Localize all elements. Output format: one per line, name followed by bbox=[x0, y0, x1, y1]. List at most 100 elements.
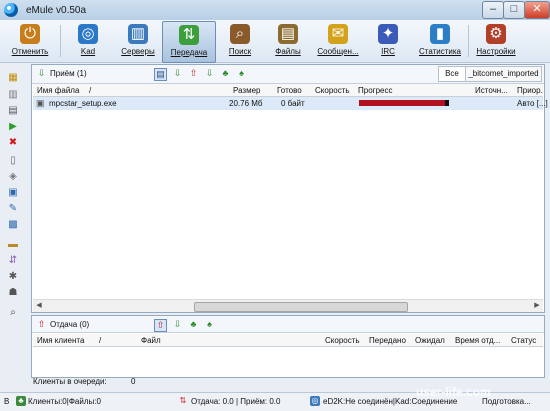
download-green-icon[interactable]: ⇩ bbox=[204, 68, 215, 79]
header-file[interactable]: Файл bbox=[141, 336, 161, 345]
status-clients: Клиенты:0|Файлы:0 bbox=[28, 397, 101, 406]
scroll-left-icon[interactable]: ◀ bbox=[34, 301, 44, 311]
servers-icon: ▥ bbox=[128, 24, 148, 44]
file-done: 0 байт bbox=[281, 99, 305, 108]
header-speed[interactable]: Скорость bbox=[315, 86, 350, 95]
toolbar-servers-button[interactable]: ▥ Серверы bbox=[112, 21, 164, 61]
cancel-icon[interactable]: ✖ bbox=[6, 136, 20, 149]
find-icon[interactable]: ⌕ bbox=[6, 306, 20, 319]
scroll-right-icon[interactable]: ▶ bbox=[532, 301, 542, 311]
main-toolbar: ⏻ Отменить ◎ Kad ▥ Серверы ⇅ Передача ⌕ … bbox=[0, 20, 550, 63]
header-sources[interactable]: Источн... bbox=[475, 86, 508, 95]
file-details-icon[interactable]: ▯ bbox=[6, 154, 20, 167]
toolbar-transfer-button[interactable]: ⇅ Передача bbox=[162, 21, 216, 63]
kad-icon: ◎ bbox=[78, 24, 98, 44]
upload-arrow-icon[interactable]: ⇧ bbox=[188, 68, 199, 79]
toolbar-kad-button[interactable]: ◎ Kad bbox=[62, 21, 114, 61]
category-icon[interactable]: ▬ bbox=[6, 238, 20, 251]
toolbar-statistics-button[interactable]: ▮ Статистика bbox=[414, 21, 466, 61]
transfer-icon: ⇅ bbox=[179, 25, 199, 45]
toolbar-irc-button[interactable]: ✦ IRC bbox=[362, 21, 414, 61]
list-view-icon[interactable]: ▤ bbox=[6, 104, 20, 117]
queue-value: 0 bbox=[131, 377, 136, 386]
scroll-thumb[interactable] bbox=[194, 302, 408, 312]
toolbar-label: Сообщен... bbox=[317, 47, 359, 56]
close-button[interactable]: ✕ bbox=[524, 1, 550, 19]
toolbar-settings-button[interactable]: ⚙ Настройки bbox=[470, 21, 522, 61]
download-row[interactable]: ▣ mpcstar_setup.exe 20.76 Мб 0 байт Авто… bbox=[33, 97, 548, 110]
header-client-name[interactable]: Имя клиента bbox=[37, 336, 84, 345]
header-progress[interactable]: Прогресс bbox=[358, 86, 392, 95]
downloads-pane: ⇩ Приём (1) ▤ ⇩ ⇧ ⇩ ♣ ♠ Все _bitcomet_im… bbox=[31, 64, 548, 313]
uploads-pane: ⇧ Отдача (0) ⇧ ⇩ ♣ ♠ Имя клиента / Файл … bbox=[31, 315, 545, 378]
link-icon[interactable]: ◈ bbox=[6, 170, 20, 183]
status-transfer: Отдача: 0.0 | Приём: 0.0 bbox=[191, 397, 281, 406]
downloads-bar: ⇩ Приём (1) ▤ ⇩ ⇧ ⇩ ♣ ♠ Все _bitcomet_im… bbox=[32, 65, 544, 84]
header-upload-time[interactable]: Время отд... bbox=[455, 336, 500, 345]
toolbar-messages-button[interactable]: ✉ Сообщен... bbox=[312, 21, 364, 61]
header-transferred[interactable]: Передано bbox=[369, 336, 406, 345]
header-done[interactable]: Готово bbox=[277, 86, 302, 95]
queue-label: Клиенты в очереди: bbox=[33, 377, 107, 386]
toolbar-disconnect-button[interactable]: ⏻ Отменить bbox=[4, 21, 56, 61]
title-bar: eMule v0.50a – □ ✕ bbox=[0, 0, 550, 21]
file-priority: Авто [...] bbox=[517, 99, 548, 108]
clear-icon[interactable]: ✱ bbox=[6, 270, 20, 283]
toggle-view-icon[interactable]: ▦ bbox=[6, 71, 20, 84]
upload-arrow-icon: ⇧ bbox=[37, 319, 46, 329]
comment-icon[interactable]: ▩ bbox=[6, 218, 20, 231]
priority-icon[interactable]: ⇵ bbox=[6, 254, 20, 267]
download-mode-icon[interactable]: ⇩ bbox=[172, 68, 183, 79]
transfer-status-icon: ⇅ bbox=[179, 396, 187, 405]
upload-mode-icon[interactable]: ⇧ bbox=[154, 319, 167, 332]
list-mode-icon[interactable]: ▤ bbox=[154, 68, 167, 81]
resume-icon[interactable]: ▶ bbox=[6, 120, 20, 133]
header-status[interactable]: Статус bbox=[511, 336, 536, 345]
uploads-title: Отдача (0) bbox=[50, 320, 90, 329]
toolbar-label: Серверы bbox=[121, 47, 155, 56]
network-status-icon: ◎ bbox=[310, 396, 320, 406]
shared-files-icon: ▤ bbox=[278, 24, 298, 44]
sources-icon[interactable]: ☗ bbox=[6, 286, 20, 299]
queue-icon[interactable]: ♠ bbox=[204, 319, 215, 330]
header-priority[interactable]: Приор. bbox=[517, 86, 543, 95]
settings-icon: ⚙ bbox=[486, 24, 506, 44]
uploads-bar: ⇧ Отдача (0) ⇧ ⇩ ♣ ♠ bbox=[32, 316, 544, 333]
progress-fill bbox=[359, 100, 445, 106]
edit-icon[interactable]: ✎ bbox=[6, 202, 20, 215]
toolbar-label: Поиск bbox=[228, 47, 252, 56]
watermark: user-life.com bbox=[416, 385, 491, 399]
header-waited[interactable]: Ожидал bbox=[415, 336, 445, 345]
clients-icon[interactable]: ♣ bbox=[220, 68, 231, 79]
toolbar-files-button[interactable]: ▤ Файлы bbox=[262, 21, 314, 61]
header-file-name[interactable]: Имя файла bbox=[37, 86, 79, 95]
preview-icon[interactable]: ▣ bbox=[6, 186, 20, 199]
toolbar-search-button[interactable]: ⌕ Поиск bbox=[214, 21, 266, 61]
maximize-button[interactable]: □ bbox=[503, 1, 525, 19]
header-sort: / bbox=[99, 336, 102, 345]
horizontal-scrollbar[interactable]: ◀ ▶ bbox=[33, 299, 543, 312]
downloads-title: Приём (1) bbox=[50, 69, 87, 78]
toolbar-label: Отменить bbox=[11, 47, 49, 56]
irc-icon: ✦ bbox=[378, 24, 398, 44]
download-mode-icon[interactable]: ⇩ bbox=[172, 319, 183, 330]
toolbar-separator bbox=[468, 25, 469, 57]
tab-all[interactable]: Все bbox=[438, 66, 466, 82]
toolbar-label: IRC bbox=[381, 47, 395, 56]
header-upload-speed[interactable]: Скорость bbox=[325, 336, 360, 345]
tab-bitcomet[interactable]: _bitcomet_imported bbox=[465, 66, 542, 82]
statistics-icon: ▮ bbox=[430, 24, 450, 44]
toolbar-label: Kad bbox=[80, 47, 96, 56]
header-size[interactable]: Размер bbox=[233, 86, 261, 95]
emule-logo-icon bbox=[4, 3, 18, 17]
toolbar-separator bbox=[60, 25, 61, 57]
search-icon: ⌕ bbox=[230, 24, 250, 44]
file-name: mpcstar_setup.exe bbox=[49, 99, 117, 108]
queue-icon[interactable]: ♠ bbox=[236, 68, 247, 79]
uploads-header: Имя клиента / Файл Скорость Передано Ожи… bbox=[33, 334, 543, 347]
clients-status-icon: ♣ bbox=[16, 396, 26, 406]
file-size: 20.76 Мб bbox=[229, 99, 263, 108]
clients-icon[interactable]: ♣ bbox=[188, 319, 199, 330]
minimize-button[interactable]: – bbox=[482, 1, 504, 19]
split-view-icon[interactable]: ▥ bbox=[6, 88, 20, 101]
